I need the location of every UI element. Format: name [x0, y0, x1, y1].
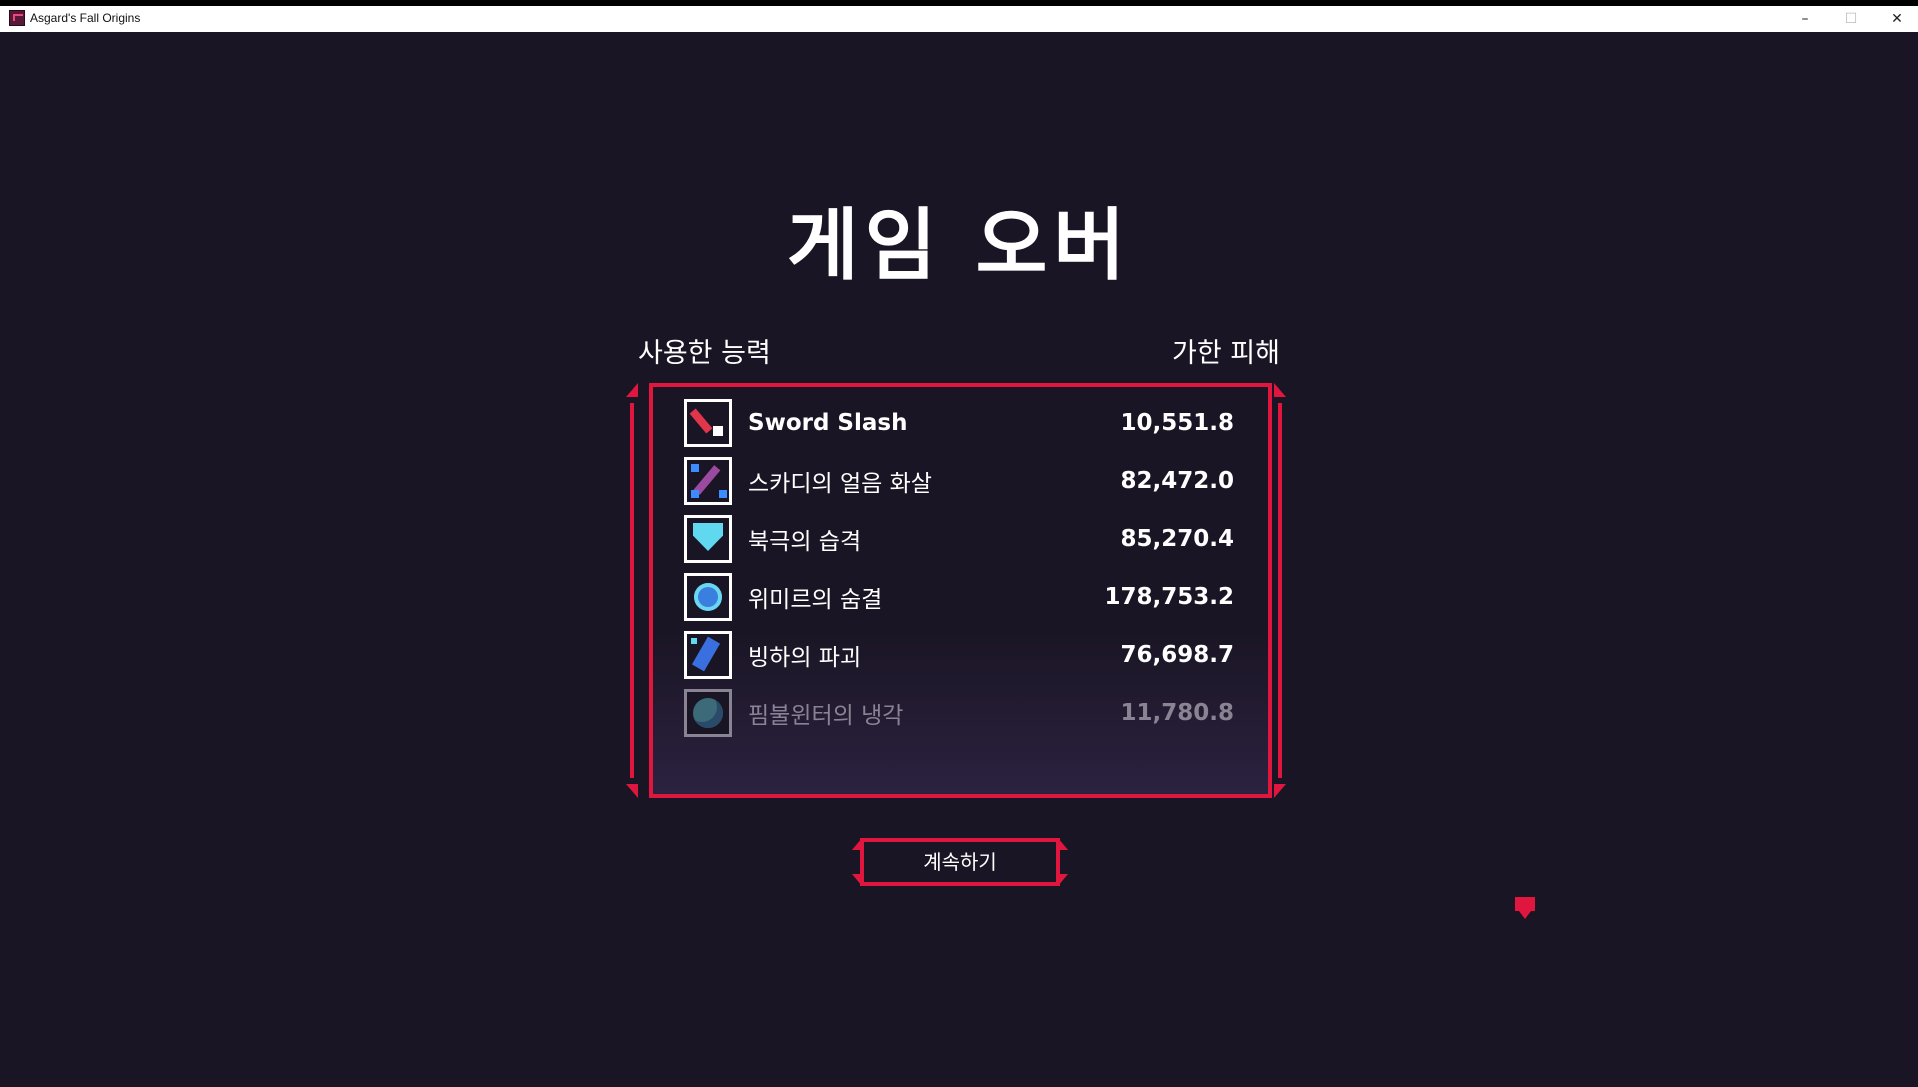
window-titlebar: Asgard's Fall Origins – ☐ ✕ — [0, 0, 1918, 32]
damage-dealt-header: 가한 피해 — [1172, 338, 1280, 369]
ability-list[interactable]: Sword Slash 10,551.8 스카디의 얼음 화살 82,472.0… — [684, 394, 1234, 742]
ability-damage: 85,270.4 — [1120, 526, 1235, 552]
sword-slash-icon — [684, 399, 732, 447]
fimbulwinter-globe-icon — [684, 689, 732, 737]
maximize-button[interactable]: ☐ — [1828, 6, 1874, 32]
glacier-crystal-icon — [684, 631, 732, 679]
continue-button-frame: 계속하기 — [852, 838, 1068, 886]
ability-name: 빙하의 파괴 — [748, 645, 862, 671]
ability-row-fimbulwinter-chill: 핌불윈터의 냉각 11,780.8 — [684, 684, 1234, 742]
ability-row-arctic-raid: 북극의 습격 85,270.4 — [684, 510, 1234, 568]
ability-row-sword-slash: Sword Slash 10,551.8 — [684, 394, 1234, 452]
game-over-title: 게임 오버 — [786, 201, 1132, 291]
ability-row-glacier-destruction: 빙하의 파괴 76,698.7 — [684, 626, 1234, 684]
panel-left-bracket — [626, 383, 638, 798]
arctic-shield-icon — [684, 515, 732, 563]
ability-damage: 178,753.2 — [1104, 584, 1235, 610]
ability-name: Sword Slash — [748, 410, 908, 436]
ability-damage: 82,472.0 — [1120, 468, 1235, 494]
ability-name: 핌불윈터의 냉각 — [748, 703, 904, 729]
heart-cursor-icon — [1515, 897, 1537, 919]
ability-damage: 11,780.8 — [1120, 700, 1235, 726]
panel-right-bracket — [1274, 383, 1286, 798]
ability-row-ice-arrow: 스카디의 얼음 화살 82,472.0 — [684, 452, 1234, 510]
window-title: Asgard's Fall Origins — [30, 11, 141, 25]
ice-arrow-icon — [684, 457, 732, 505]
ability-row-ymir-breath: 위미르의 숨결 178,753.2 — [684, 568, 1234, 626]
ymir-breath-icon — [684, 573, 732, 621]
app-icon — [9, 10, 25, 26]
ability-name: 위미르의 숨결 — [748, 587, 883, 613]
close-button[interactable]: ✕ — [1874, 6, 1918, 32]
ability-damage: 76,698.7 — [1120, 642, 1235, 668]
abilities-used-header: 사용한 능력 — [638, 338, 771, 369]
continue-button[interactable]: 계속하기 — [860, 838, 1060, 886]
minimize-button[interactable]: – — [1782, 6, 1828, 32]
ability-name: 스카디의 얼음 화살 — [748, 471, 932, 497]
ability-damage: 10,551.8 — [1120, 410, 1235, 436]
ability-name: 북극의 습격 — [748, 529, 862, 555]
